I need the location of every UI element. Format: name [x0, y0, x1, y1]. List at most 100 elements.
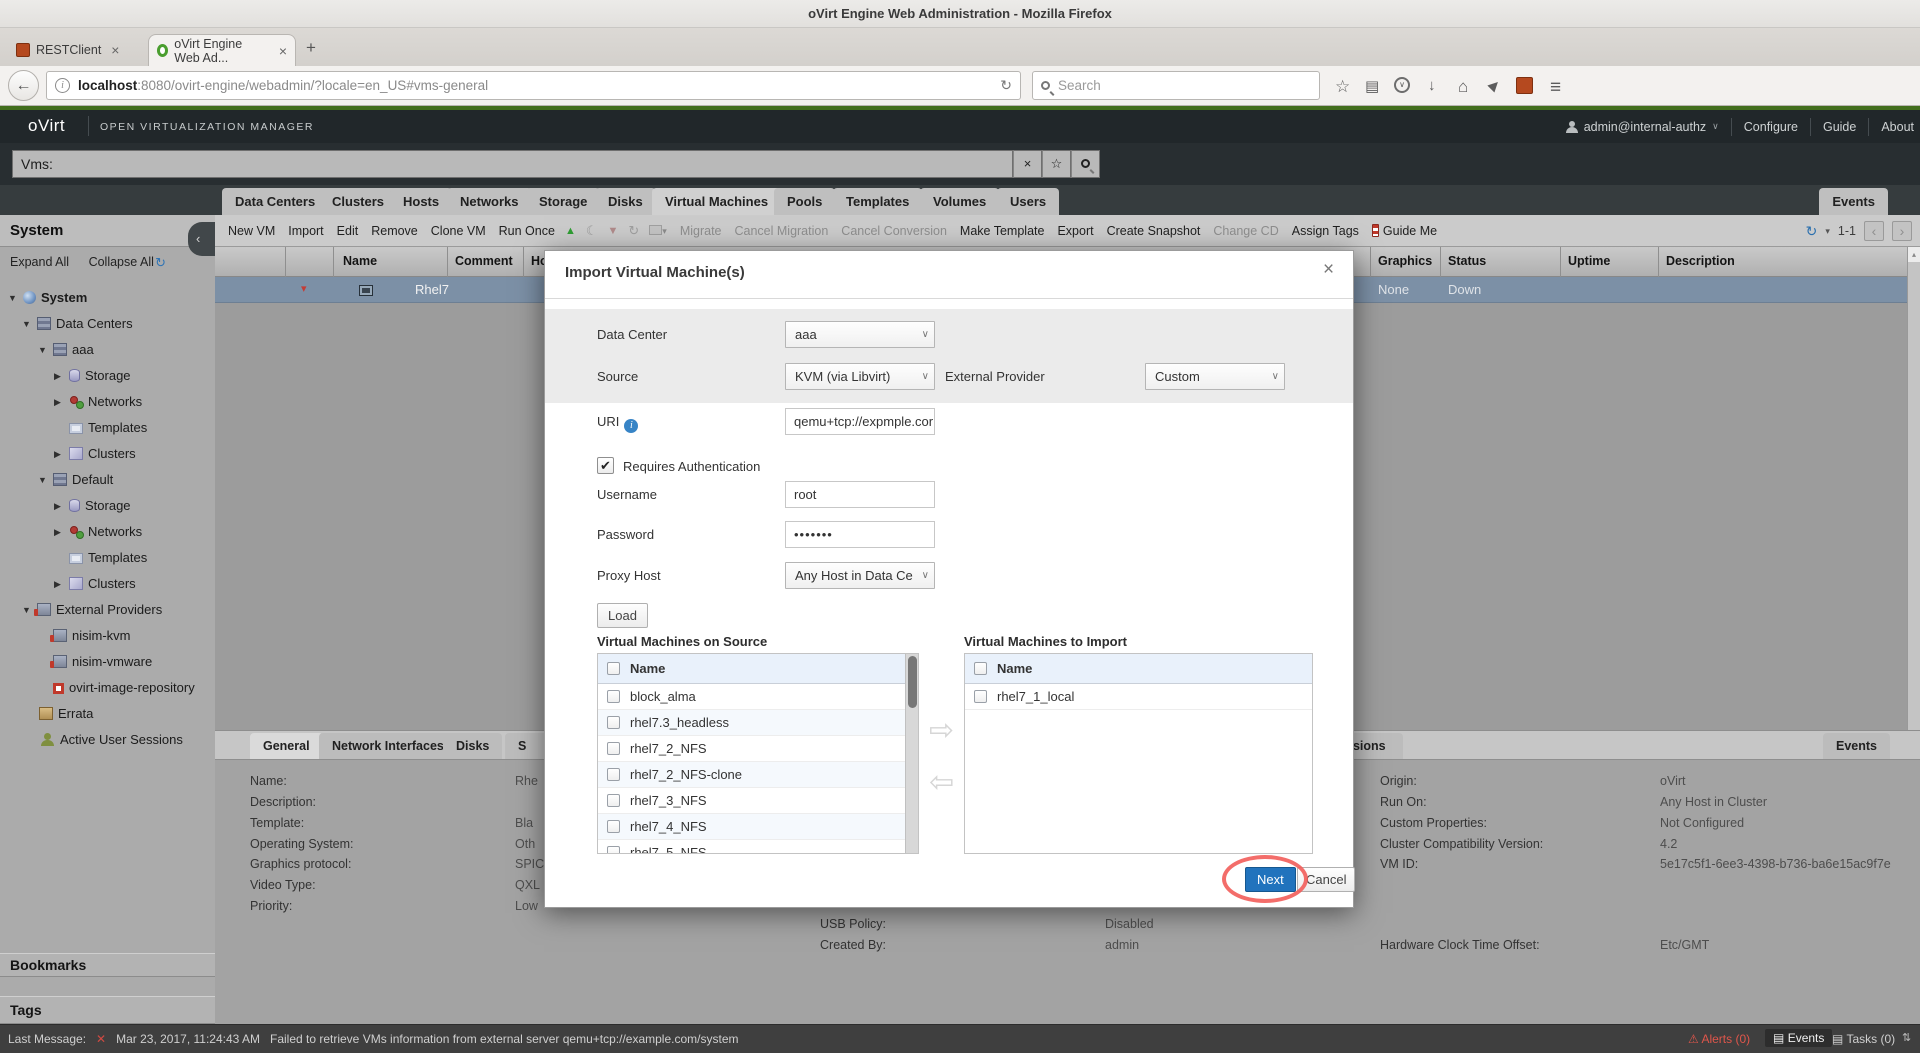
url-bar[interactable]: i localhost:8080/ovirt-engine/webadmin/?…: [46, 71, 1021, 100]
tree-item-nisim-kvm[interactable]: nisim-kvm: [0, 623, 215, 649]
row-checkbox[interactable]: [607, 794, 620, 807]
tab-templates[interactable]: Templates: [833, 188, 922, 215]
tab-networks[interactable]: Networks: [447, 188, 532, 215]
vms-search-input[interactable]: Vms:: [12, 150, 1013, 178]
tab-data-centers[interactable]: Data Centers: [222, 188, 328, 215]
row-checkbox[interactable]: [607, 846, 620, 854]
guide-link[interactable]: Guide: [1823, 120, 1856, 134]
list-item[interactable]: rhel7_4_NFS: [598, 814, 918, 840]
back-button[interactable]: ←: [8, 70, 39, 101]
cancel-conversion-button[interactable]: Cancel Conversion: [841, 224, 947, 238]
tree-expander[interactable]: ▼: [22, 311, 36, 337]
tree-item-networks[interactable]: ▶Networks: [0, 389, 215, 415]
data-center-select[interactable]: aaa ∨: [785, 321, 935, 348]
next-page-button[interactable]: ›: [1892, 221, 1912, 241]
tab-storage[interactable]: Storage: [526, 188, 600, 215]
list-item[interactable]: rhel7_5_NFS: [598, 840, 918, 854]
list-item[interactable]: rhel7_3_NFS: [598, 788, 918, 814]
tree-item-default[interactable]: ▼Default: [0, 467, 215, 493]
pocket-icon[interactable]: ∨: [1394, 77, 1410, 93]
subtab-events[interactable]: Events: [1823, 733, 1890, 759]
tree-expander[interactable]: ▶: [54, 441, 68, 467]
select-all-checkbox[interactable]: [974, 662, 987, 675]
close-tab-icon[interactable]: ×: [111, 42, 119, 58]
tree-item-clusters[interactable]: ▶Clusters: [0, 441, 215, 467]
import-button[interactable]: Import: [288, 224, 323, 238]
new-vm-button[interactable]: New VM: [228, 224, 275, 238]
restclient-addon-icon[interactable]: [1516, 77, 1533, 94]
guide-me-button[interactable]: Guide Me: [1383, 224, 1437, 238]
assign-tags-button[interactable]: Assign Tags: [1292, 224, 1359, 238]
grid-refresh-icon[interactable]: ↻: [1806, 223, 1818, 240]
username-input[interactable]: root: [785, 481, 935, 508]
tab-volumes[interactable]: Volumes: [920, 188, 999, 215]
tab-hosts[interactable]: Hosts: [390, 188, 452, 215]
scrollbar-thumb[interactable]: [908, 656, 917, 708]
tree-expander[interactable]: ▼: [8, 285, 22, 311]
tree-expander[interactable]: ▼: [38, 337, 52, 363]
refresh-caret-icon[interactable]: ▾: [1825, 226, 1830, 237]
tree-item-errata[interactable]: Errata: [0, 701, 215, 727]
reading-list-icon[interactable]: ▤: [1365, 77, 1379, 95]
tree-item-aaa[interactable]: ▼aaa: [0, 337, 215, 363]
move-left-icon[interactable]: ⇦: [929, 765, 954, 800]
browser-tab-restclient[interactable]: RESTClient ×: [8, 34, 146, 66]
tab-clusters[interactable]: Clusters: [319, 188, 397, 215]
remove-button[interactable]: Remove: [371, 224, 418, 238]
list-item[interactable]: rhel7_2_NFS: [598, 736, 918, 762]
create-snapshot-button[interactable]: Create Snapshot: [1107, 224, 1201, 238]
tree-item-ovirt-image-repository[interactable]: ovirt-image-repository: [0, 675, 215, 701]
bookmark-search-button[interactable]: ☆: [1042, 150, 1071, 178]
subtab-disks[interactable]: Disks: [443, 733, 502, 759]
make-template-button[interactable]: Make Template: [960, 224, 1045, 238]
grid-scrollbar[interactable]: ▴: [1907, 247, 1920, 730]
run-icon[interactable]: ▲: [565, 225, 576, 237]
reload-icon[interactable]: ↻: [1000, 77, 1012, 94]
requires-auth-checkbox[interactable]: ✔: [597, 457, 614, 474]
collapse-all-link[interactable]: Collapse All: [89, 255, 154, 269]
tags-section[interactable]: Tags: [0, 996, 215, 1024]
change-cd-button[interactable]: Change CD: [1213, 224, 1278, 238]
row-checkbox[interactable]: [607, 716, 620, 729]
events-badge[interactable]: ▤ Events: [1765, 1029, 1832, 1047]
subtab-general[interactable]: General: [250, 733, 323, 759]
statusbar-toggle-icon[interactable]: ⇅: [1902, 1031, 1911, 1044]
cancel-migration-button[interactable]: Cancel Migration: [735, 224, 829, 238]
tab-pools[interactable]: Pools: [774, 188, 835, 215]
row-checkbox[interactable]: [607, 742, 620, 755]
tree-expander[interactable]: ▶: [54, 363, 68, 389]
run-once-button[interactable]: Run Once: [499, 224, 555, 238]
tree-item-system[interactable]: ▼System: [0, 285, 215, 311]
downloads-icon[interactable]: ↓: [1428, 77, 1436, 94]
list-item[interactable]: rhel7_1_local: [965, 684, 1312, 710]
column-comment[interactable]: Comment: [455, 254, 513, 268]
tab-events[interactable]: Events: [1819, 188, 1888, 215]
alerts-badge[interactable]: ⚠ Alerts (0): [1688, 1032, 1750, 1046]
tree-item-templates[interactable]: Templates: [0, 415, 215, 441]
external-provider-select[interactable]: Custom ∨: [1145, 363, 1285, 390]
tree-item-storage[interactable]: ▶Storage: [0, 363, 215, 389]
tree-expander[interactable]: ▶: [54, 519, 68, 545]
tree-item-templates[interactable]: Templates: [0, 545, 215, 571]
user-menu[interactable]: admin@internal-authz: [1584, 120, 1706, 134]
tree-expander[interactable]: ▶: [54, 493, 68, 519]
move-right-icon[interactable]: ⇨: [929, 713, 954, 748]
row-checkbox[interactable]: [607, 768, 620, 781]
bookmark-star-icon[interactable]: ☆: [1335, 77, 1350, 97]
tree-expander[interactable]: ▶: [54, 571, 68, 597]
select-all-checkbox[interactable]: [607, 662, 620, 675]
proxy-host-select[interactable]: Any Host in Data Ce ∨: [785, 562, 935, 589]
row-checkbox[interactable]: [607, 690, 620, 703]
home-icon[interactable]: ⌂: [1458, 77, 1468, 97]
list-scrollbar[interactable]: [905, 654, 918, 853]
clear-search-button[interactable]: ×: [1013, 150, 1042, 178]
edit-button[interactable]: Edit: [337, 224, 359, 238]
tree-expander[interactable]: ▼: [38, 467, 52, 493]
search-input[interactable]: Search: [1032, 71, 1320, 100]
password-input[interactable]: •••••••: [785, 521, 935, 548]
tree-refresh-icon[interactable]: ↻: [155, 255, 166, 271]
column-graphics[interactable]: Graphics: [1378, 254, 1432, 268]
sidebar-collapse-handle[interactable]: ‹: [188, 222, 215, 256]
tasks-badge[interactable]: ▤ Tasks (0): [1832, 1032, 1895, 1046]
uri-input[interactable]: qemu+tcp://expmple.cor: [785, 408, 935, 435]
